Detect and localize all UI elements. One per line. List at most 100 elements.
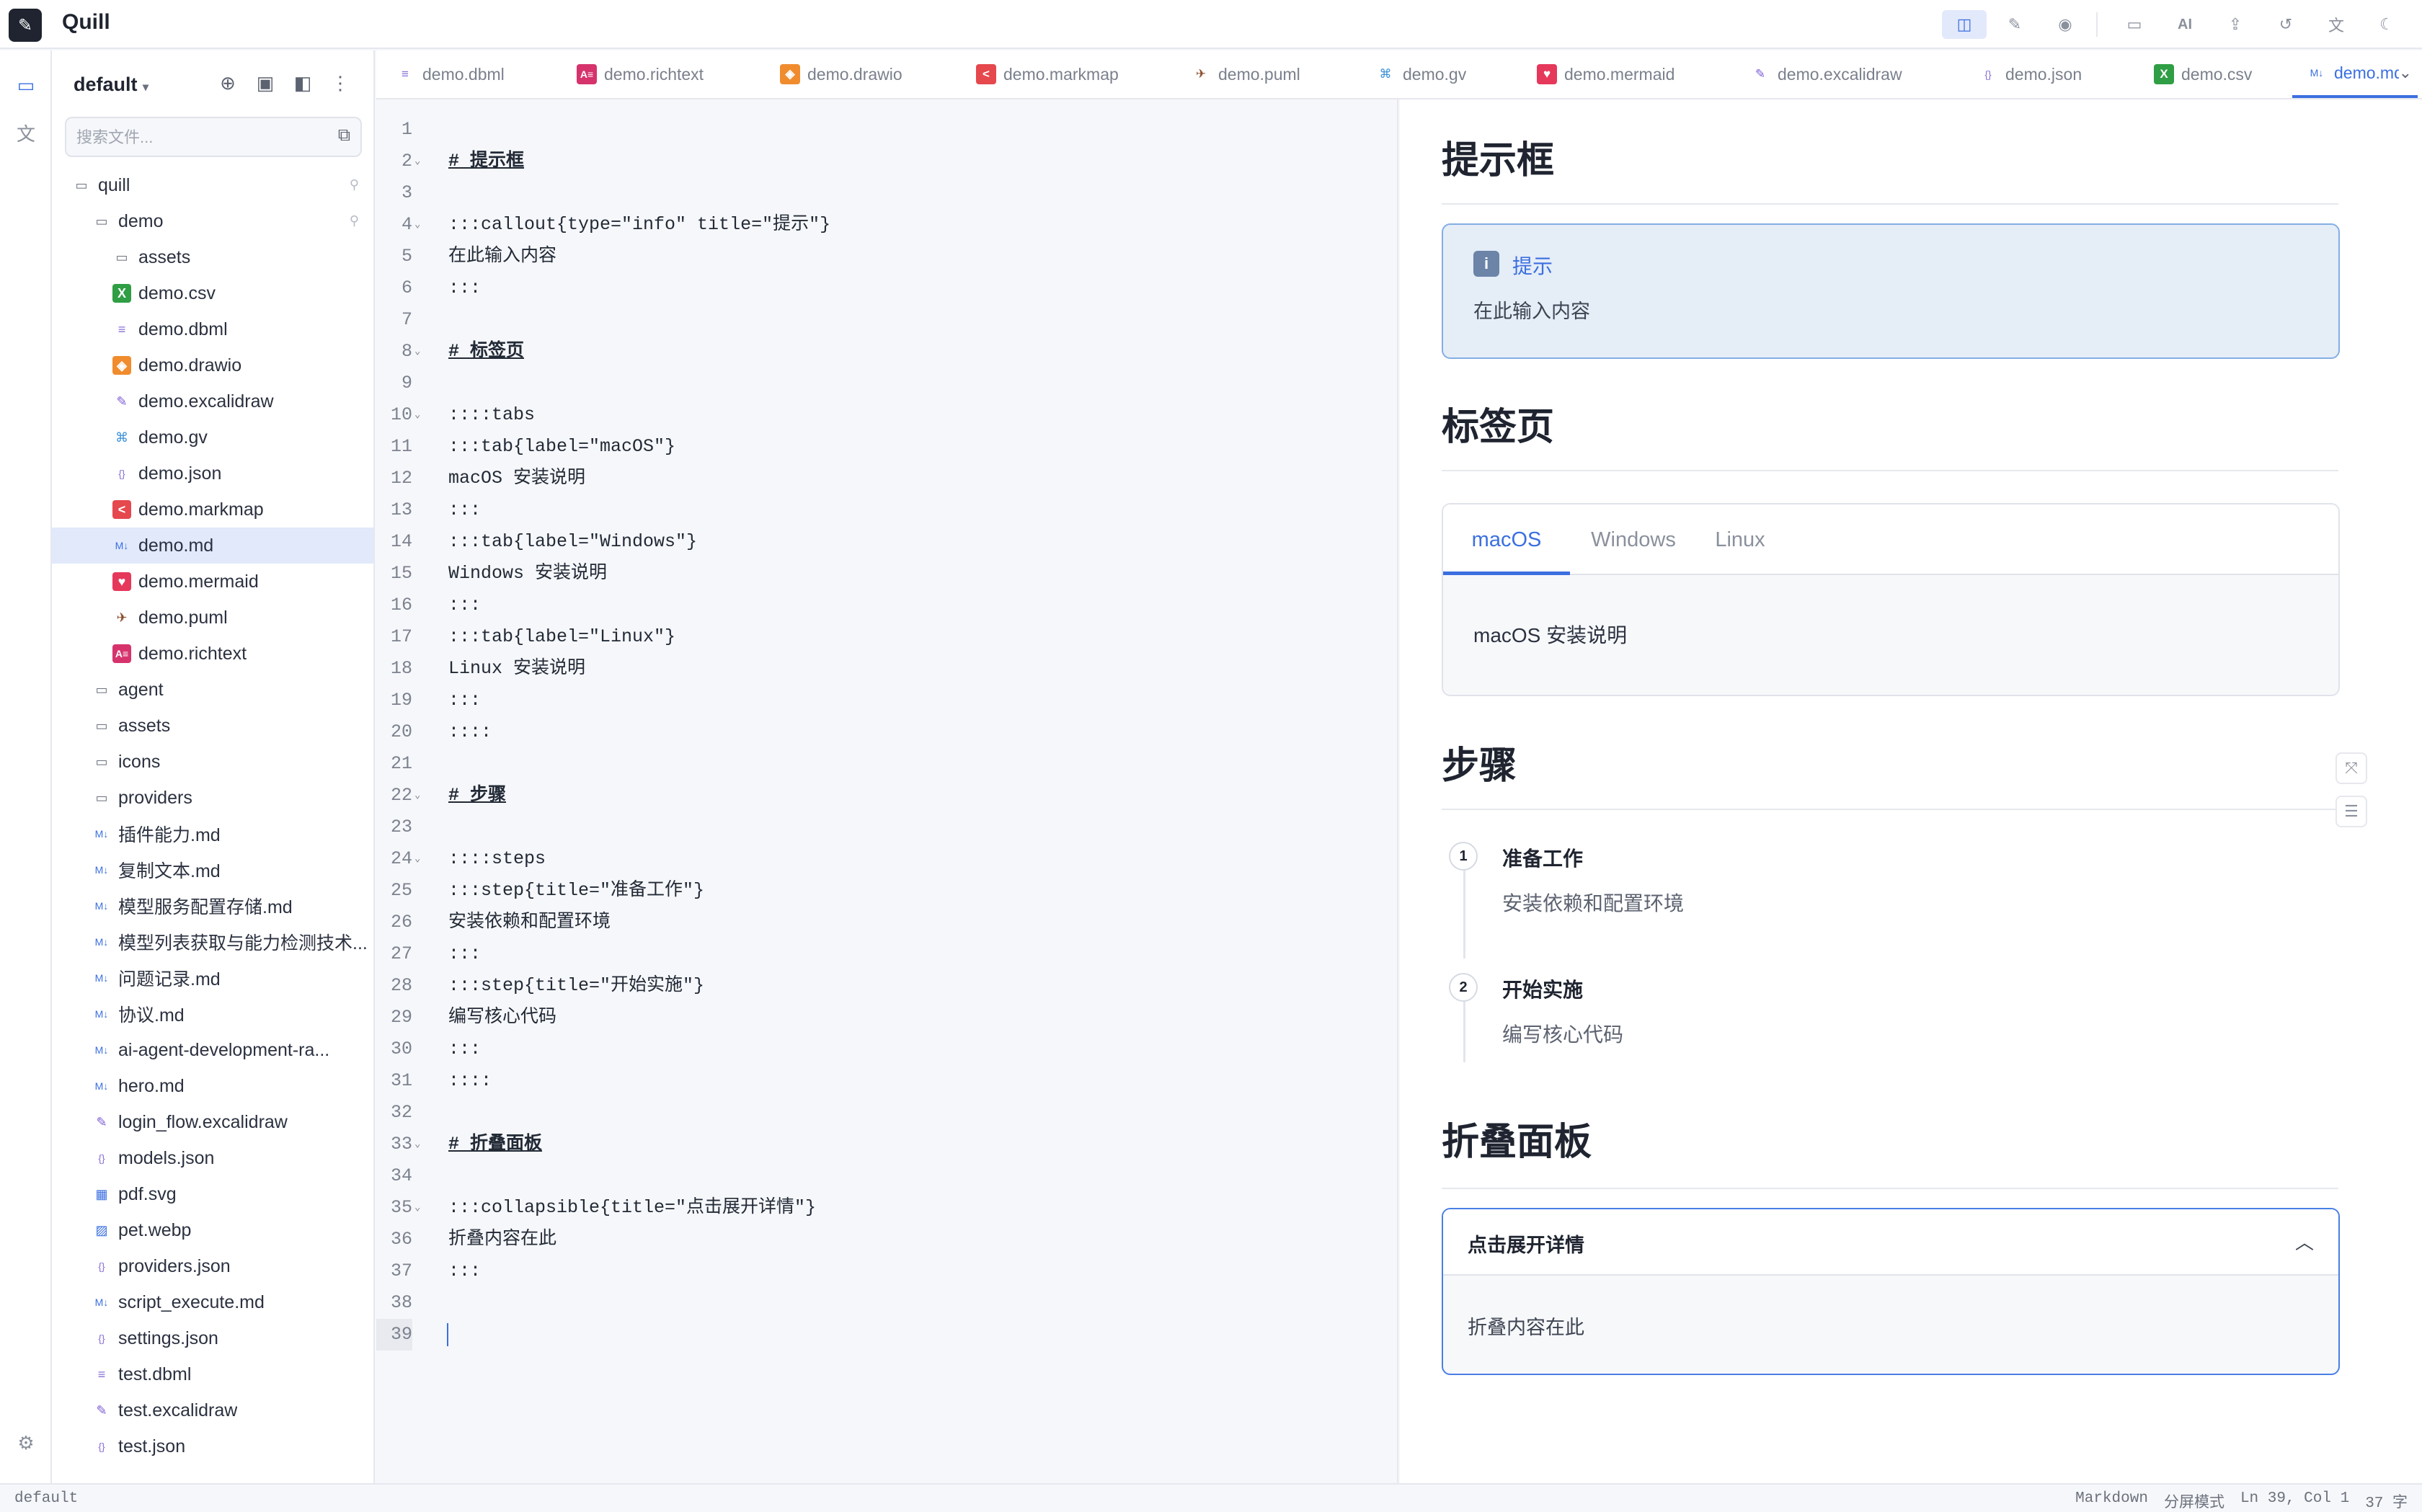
split-view-icon[interactable]: ◫ xyxy=(1942,10,1987,39)
editor-tab[interactable]: ⌘ demo.gv xyxy=(1375,50,1467,98)
tree-file[interactable]: {} providers.json xyxy=(52,1248,373,1284)
editor-tab[interactable]: ✈ demo.puml xyxy=(1191,50,1300,98)
tree-file[interactable]: ♥ demo.mermaid xyxy=(52,564,373,600)
tree-file[interactable]: M↓ ai-agent-development-ra... xyxy=(52,1032,373,1068)
editor-tab[interactable]: Xdemo.csv xyxy=(2154,50,2252,98)
line-text: 安装依赖和配置环境 xyxy=(448,912,611,933)
markdown-editor[interactable]: 1 2 ⌄ # 提示框 3 4 ⌄:::callout{type="info" title=… xyxy=(376,99,1398,1483)
status-mode[interactable]: 分屏模式 xyxy=(2164,1490,2224,1512)
tree-folder[interactable]: ▭ assets xyxy=(52,708,373,744)
file-search-input[interactable] xyxy=(76,125,314,150)
tree-file[interactable]: Xdemo.csv xyxy=(52,275,373,311)
new-folder-icon[interactable]: ▣ xyxy=(247,72,284,94)
line-number: 17 xyxy=(390,626,412,647)
editor-tab[interactable]: < demo.markmap xyxy=(976,50,1119,98)
tree-file[interactable]: ✈ demo.puml xyxy=(52,600,373,636)
tree-file[interactable]: ✎ login_flow.excalidraw xyxy=(52,1104,373,1140)
ai-button[interactable]: AI xyxy=(2162,10,2207,39)
tree-file[interactable]: A≡ demo.richtext xyxy=(52,636,373,672)
markdown-icon: M↓ xyxy=(115,540,129,551)
tab-macos[interactable]: macOS xyxy=(1443,504,1570,575)
tree-folder[interactable]: ▭ quill ⚲ xyxy=(52,167,373,203)
collapsible-header[interactable]: 点击展开详情 ︿ xyxy=(1443,1209,2338,1276)
preview-mode-icon[interactable]: ◉ xyxy=(2043,10,2088,39)
tree-file[interactable]: M↓ 模型服务配置存储.md xyxy=(52,888,373,924)
tree-folder[interactable]: ▭ demo ⚲ xyxy=(52,203,373,239)
tree-file[interactable]: M↓ 模型列表获取与能力检测技术... xyxy=(52,924,373,960)
fold-chevron-icon[interactable]: ⌄ xyxy=(414,780,420,811)
workspace-selector[interactable]: default ▾ xyxy=(74,74,148,96)
edit-mode-icon[interactable]: ✎ xyxy=(1992,10,2037,39)
editor-tab[interactable]: ♥ demo.mermaid xyxy=(1537,50,1674,98)
heading-rule xyxy=(1442,470,2338,471)
step-description: 安装依赖和配置环境 xyxy=(1502,892,1685,915)
editor-tab[interactable]: {} demo.json xyxy=(1978,50,2082,98)
tree-file[interactable]: ≡ demo.dbml xyxy=(52,311,373,347)
pin-icon[interactable]: ⚲ xyxy=(350,213,359,228)
tree-file[interactable]: < demo.markmap xyxy=(52,492,373,528)
tree-file[interactable]: M↓ 问题记录.md xyxy=(52,960,373,996)
tree-file[interactable]: ✎ demo.excalidraw xyxy=(52,383,373,419)
folder-icon: ▭ xyxy=(95,213,108,228)
editor-tab-label: demo.markmap xyxy=(1003,64,1119,84)
pin-icon[interactable]: ⚲ xyxy=(350,177,359,192)
tree-file[interactable]: M↓ demo.md xyxy=(52,528,373,564)
tree-file[interactable]: {} demo.json xyxy=(52,455,373,492)
tree-file[interactable]: {} settings.json xyxy=(52,1320,373,1356)
tree-file[interactable]: {} models.json xyxy=(52,1140,373,1176)
tree-file[interactable]: M↓ 协议.md xyxy=(52,996,373,1032)
code-line: 28:::step{title="开始实施"} xyxy=(376,970,1398,1002)
outline-icon[interactable]: ☰ xyxy=(2336,796,2367,827)
collapse-panel-icon[interactable]: ◧ xyxy=(284,72,321,94)
tree-file[interactable]: {} test.json xyxy=(52,1428,373,1464)
fold-chevron-icon[interactable]: ⌄ xyxy=(414,1192,420,1224)
fold-chevron-icon[interactable]: ⌄ xyxy=(414,1129,420,1160)
tree-file[interactable]: ▨ pet.webp xyxy=(52,1212,373,1248)
open-external-icon[interactable]: ⧉ xyxy=(338,125,350,146)
tab-windows[interactable]: Windows xyxy=(1570,504,1697,575)
editor-tab[interactable]: ◈ demo.drawio xyxy=(780,50,902,98)
tree-file[interactable]: ⌘ demo.gv xyxy=(52,419,373,455)
fold-chevron-icon[interactable]: ⌄ xyxy=(414,843,420,875)
tree-file[interactable]: ▦ pdf.svg xyxy=(52,1176,373,1212)
tree-file[interactable]: ≡ test.dbml xyxy=(52,1356,373,1392)
export-icon[interactable]: ⇪ xyxy=(2213,10,2258,39)
tree-file[interactable]: ◈ demo.drawio xyxy=(52,347,373,383)
history-icon[interactable]: ↺ xyxy=(2263,10,2308,39)
tab-linux[interactable]: Linux xyxy=(1697,504,1783,575)
tab-list-chevron-down-icon[interactable]: ⌄ xyxy=(2398,63,2412,82)
fullscreen-icon[interactable]: ⤧ xyxy=(2336,752,2367,784)
tree-file[interactable]: M↓ 插件能力.md xyxy=(52,816,373,852)
dark-mode-icon[interactable]: ☾ xyxy=(2364,10,2409,39)
line-text: 编写核心代码 xyxy=(448,1007,557,1028)
editor-tab[interactable]: ✎ demo.excalidraw xyxy=(1750,50,1902,98)
tree-item-label: 协议.md xyxy=(118,1005,185,1026)
tree-folder[interactable]: ▭ icons xyxy=(52,744,373,780)
fold-chevron-icon[interactable]: ⌄ xyxy=(414,399,420,431)
status-language[interactable]: Markdown xyxy=(2075,1490,2148,1512)
locate-icon[interactable]: ⊕ xyxy=(209,72,247,94)
editor-tab[interactable]: A≡ demo.richtext xyxy=(577,50,704,98)
tree-file[interactable]: ✎ test.excalidraw xyxy=(52,1392,373,1428)
tree-folder[interactable]: ▭ agent xyxy=(52,672,373,708)
editor-tab-label: demo.excalidraw xyxy=(1778,64,1902,84)
more-icon[interactable]: ⋮ xyxy=(321,72,359,94)
translate-panel-icon[interactable]: 文 xyxy=(13,120,39,146)
tree-file[interactable]: M↓ hero.md xyxy=(52,1068,373,1104)
editor-tab[interactable]: ≡ demo.dbml xyxy=(395,50,505,98)
code-line: 33 ⌄ # 折叠面板 xyxy=(376,1129,1398,1160)
line-number: 38 xyxy=(390,1292,412,1313)
tree-file[interactable]: M↓ 复制文本.md xyxy=(52,852,373,888)
tree-folder[interactable]: ▭ providers xyxy=(52,780,373,816)
files-icon[interactable]: ▭ xyxy=(13,72,39,98)
tree-folder[interactable]: ▭ assets xyxy=(52,239,373,275)
tree-file[interactable]: M↓ script_execute.md xyxy=(52,1284,373,1320)
translate-icon[interactable]: 文 xyxy=(2314,10,2359,39)
tree-item-label: agent xyxy=(118,679,164,700)
terminal-icon[interactable]: ▭ xyxy=(2112,10,2157,39)
pencil-icon: ✎ xyxy=(96,1402,107,1418)
fold-chevron-icon[interactable]: ⌄ xyxy=(414,146,420,177)
fold-chevron-icon[interactable]: ⌄ xyxy=(414,336,420,368)
settings-gear-icon[interactable]: ⚙ xyxy=(13,1430,39,1456)
fold-chevron-icon[interactable]: ⌄ xyxy=(414,209,420,241)
